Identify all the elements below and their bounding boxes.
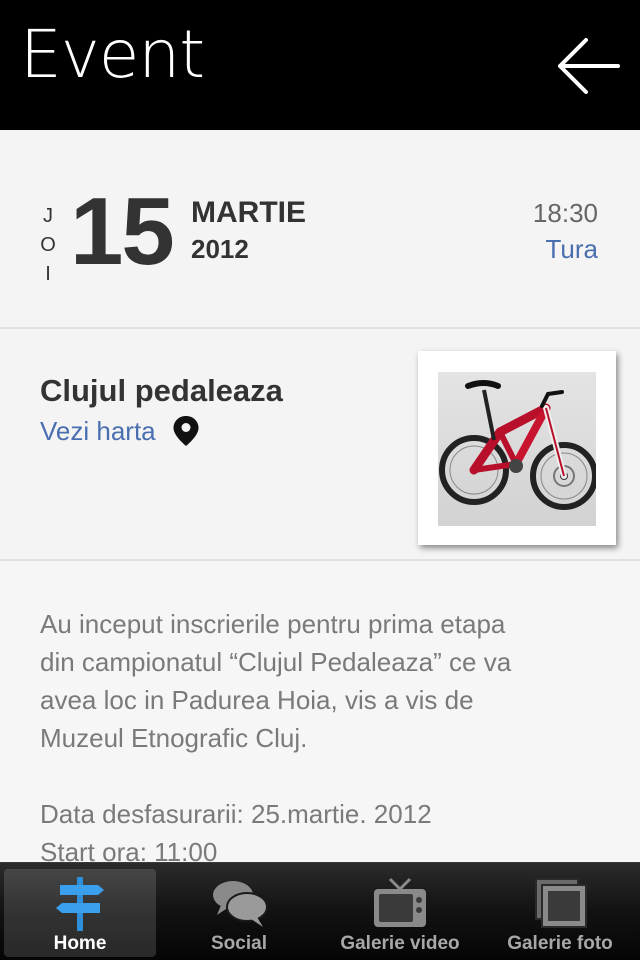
event-title-section: Clujul pedaleaza Vezi harta	[0, 331, 640, 561]
photos-icon	[535, 878, 587, 928]
description-line: din campionatul “Clujul Pedaleaza” ce va	[40, 647, 512, 677]
weekday-letter: J	[43, 205, 53, 227]
event-name: Clujul pedaleaza	[40, 373, 283, 408]
tab-label: Home	[53, 933, 107, 954]
description-line: Muzeul Etnografic Cluj.	[40, 723, 308, 753]
event-category-link[interactable]: Tura	[546, 234, 599, 265]
event-description: Au inceput inscrierile pentru prima etap…	[40, 605, 600, 863]
bottom-tab-bar: Home Social Galerie video Galerie foto	[0, 862, 640, 960]
event-date-section: J O I 15 MARTIE 2012 18:30 Tura	[0, 130, 640, 329]
description-paragraph: Data desfasurarii: 25.martie. 2012 Start…	[40, 795, 600, 863]
tv-icon	[374, 877, 426, 927]
view-map-label: Vezi harta	[40, 415, 156, 446]
event-description-section: Au inceput inscrierile pentru prima etap…	[0, 563, 640, 863]
description-line: Start ora: 11:00	[40, 837, 218, 863]
chat-bubbles-icon	[213, 881, 268, 927]
description-paragraph: Au inceput inscrierile pentru prima etap…	[40, 605, 600, 757]
event-day: 15	[70, 178, 175, 285]
weekday-vertical: J O I	[38, 202, 58, 289]
tab-video-gallery[interactable]: Galerie video	[324, 869, 476, 957]
weekday-letter: O	[40, 234, 56, 256]
tab-social[interactable]: Social	[163, 869, 315, 957]
tab-label: Galerie video	[340, 933, 460, 954]
event-time: 18:30	[532, 198, 598, 228]
back-button[interactable]	[556, 36, 622, 96]
top-bar: Event	[0, 0, 640, 130]
description-line: Au inceput inscrierile pentru prima etap…	[40, 609, 506, 639]
event-month: MARTIE	[191, 196, 306, 229]
bicycle-photo	[438, 372, 596, 526]
description-line: avea loc in Padurea Hoia, vis a vis de	[40, 685, 474, 715]
event-year: 2012	[191, 234, 249, 264]
tab-home[interactable]: Home	[4, 869, 156, 957]
tab-photo-gallery[interactable]: Galerie foto	[484, 869, 636, 957]
view-map-link[interactable]: Vezi harta	[40, 415, 200, 447]
tab-label: Galerie foto	[507, 933, 613, 954]
event-photo-thumbnail[interactable]	[418, 351, 616, 545]
signpost-icon	[56, 877, 104, 931]
weekday-letter: I	[45, 263, 51, 285]
map-pin-icon	[173, 416, 199, 446]
page-title: Event	[20, 16, 205, 93]
tab-label: Social	[211, 933, 267, 954]
back-arrow-icon	[558, 38, 620, 94]
description-line: Data desfasurarii: 25.martie. 2012	[40, 799, 432, 829]
